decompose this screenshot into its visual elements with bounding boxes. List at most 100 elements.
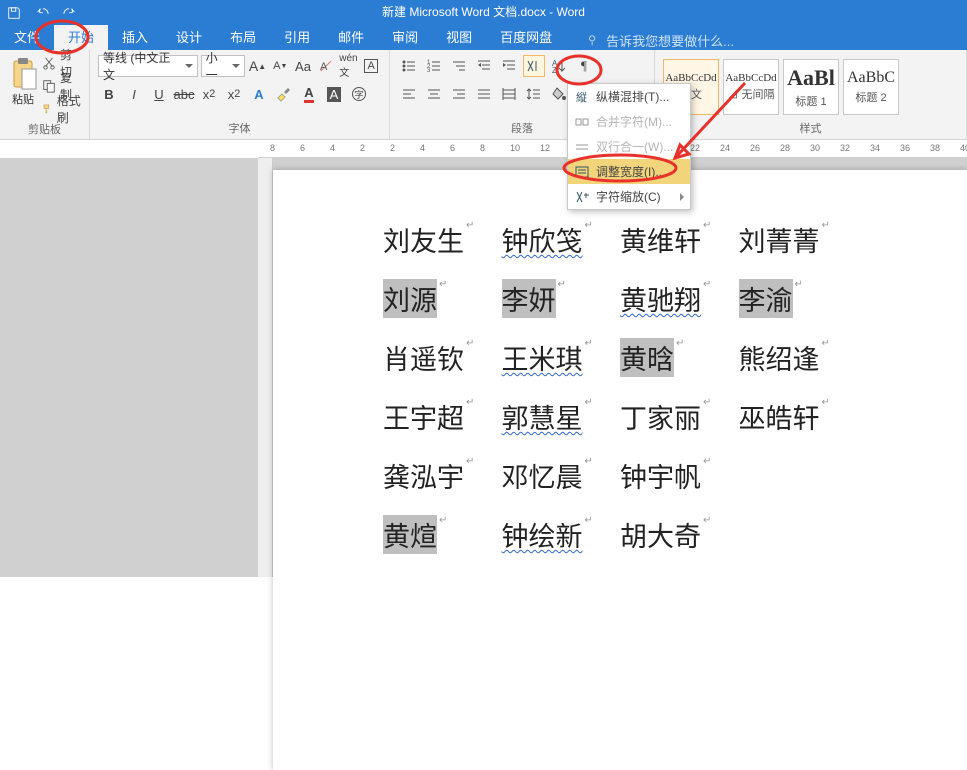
menu-item-fitwidth[interactable]: 调整宽度(I)... xyxy=(568,159,690,184)
bold-button[interactable]: B xyxy=(98,83,120,105)
name-cell[interactable]: 黄驰翔↵ xyxy=(620,279,739,318)
page[interactable]: 刘友生↵钟欣䇝↵黄维轩↵刘菁菁↵刘源↵李妍↵黄驰翔↵李渝↵肖遥钦↵王米琪↵黄晗↵… xyxy=(273,170,967,770)
tab-review[interactable]: 审阅 xyxy=(378,25,432,50)
tab-baidu[interactable]: 百度网盘 xyxy=(486,25,566,50)
group-styles: AaBbCcDd正文AaBbCcDd⊿ 无间隔AaBl标题 1AaBbC标题 2… xyxy=(655,50,967,139)
name-cell[interactable]: 钟欣䇝↵ xyxy=(502,220,621,259)
font-name-combo[interactable]: 等线 (中文正文 xyxy=(98,55,198,77)
name-cell[interactable]: 肖遥钦↵ xyxy=(383,338,502,377)
ribbon: 粘贴 剪切 复制 格式刷 剪贴板 等线 (中文正文 小一 A▲ A▼ Aa A … xyxy=(0,50,967,140)
name-cell[interactable]: 巫皓轩↵ xyxy=(739,397,858,436)
font-size-combo[interactable]: 小一 xyxy=(201,55,245,77)
name-cell[interactable]: 李渝↵ xyxy=(739,279,858,318)
table-row: 龚泓宇↵邓忆晨↵钟宇帆↵ xyxy=(383,446,857,505)
title-bar: 新建 Microsoft Word 文档.docx - Word xyxy=(0,0,967,25)
name-cell[interactable]: 黄维轩↵ xyxy=(620,220,739,259)
menu-item-merge: 合并字符(M)... xyxy=(568,109,690,134)
svg-text:縦: 縦 xyxy=(576,91,587,104)
font-color-button[interactable]: A xyxy=(298,83,320,105)
grow-font-button[interactable]: A▲ xyxy=(248,55,268,77)
distributed-button[interactable] xyxy=(498,83,520,105)
name-cell[interactable]: 王米琪↵ xyxy=(502,338,621,377)
document-body[interactable]: 刘友生↵钟欣䇝↵黄维轩↵刘菁菁↵刘源↵李妍↵黄驰翔↵李渝↵肖遥钦↵王米琪↵黄晗↵… xyxy=(273,170,967,564)
tab-mailings[interactable]: 邮件 xyxy=(324,25,378,50)
paste-button[interactable]: 粘贴 xyxy=(8,53,38,119)
save-icon[interactable] xyxy=(0,0,28,25)
highlight-button[interactable] xyxy=(273,83,295,105)
name-cell[interactable]: 刘源↵ xyxy=(383,279,502,318)
redo-icon[interactable] xyxy=(56,0,84,25)
superscript-button[interactable]: x2 xyxy=(223,83,245,105)
underline-button[interactable]: U xyxy=(148,83,170,105)
svg-text:A: A xyxy=(320,61,328,73)
table-row: 黄煊↵钟绘新↵胡大奇↵ xyxy=(383,505,857,564)
name-cell[interactable]: 王宇超↵ xyxy=(383,397,502,436)
table-row: 王宇超↵郭慧星↵丁家丽↵巫皓轩↵ xyxy=(383,387,857,446)
svg-text:3: 3 xyxy=(427,68,431,74)
multilevel-list-button[interactable] xyxy=(448,55,470,77)
change-case-button[interactable]: Aa xyxy=(293,55,313,77)
asian-layout-button[interactable] xyxy=(523,55,545,77)
phonetic-guide-button[interactable]: wén文 xyxy=(339,55,359,77)
tab-view[interactable]: 视图 xyxy=(432,25,486,50)
table-row: 刘源↵李妍↵黄驰翔↵李渝↵ xyxy=(383,269,857,328)
name-cell[interactable]: 龚泓宇↵ xyxy=(383,456,502,495)
enclose-char-button[interactable]: 字 xyxy=(348,83,370,105)
numbering-button[interactable]: 123 xyxy=(423,55,445,77)
decrease-indent-button[interactable] xyxy=(473,55,495,77)
vertical-ruler[interactable] xyxy=(258,158,273,577)
justify-button[interactable] xyxy=(473,83,495,105)
shrink-font-button[interactable]: A▼ xyxy=(270,55,290,77)
line-spacing-button[interactable] xyxy=(523,83,545,105)
group-font: 等线 (中文正文 小一 A▲ A▼ Aa A wén文 A B I U abc … xyxy=(90,50,390,139)
style-card-2[interactable]: AaBl标题 1 xyxy=(783,59,839,115)
align-left-button[interactable] xyxy=(398,83,420,105)
name-cell[interactable]: 邓忆晨↵ xyxy=(502,456,621,495)
char-border-button[interactable]: A xyxy=(361,55,381,77)
ribbon-tabs: 文件 开始 插入 设计 布局 引用 邮件 审阅 视图 百度网盘 告诉我您想要做什… xyxy=(0,25,967,50)
text-effects-button[interactable]: A xyxy=(248,83,270,105)
name-cell[interactable]: 钟绘新↵ xyxy=(502,515,621,554)
align-center-button[interactable] xyxy=(423,83,445,105)
undo-icon[interactable] xyxy=(28,0,56,25)
name-cell[interactable]: 刘友生↵ xyxy=(383,220,502,259)
bullets-button[interactable] xyxy=(398,55,420,77)
clear-formatting-button[interactable]: A xyxy=(316,55,336,77)
tab-design[interactable]: 设计 xyxy=(162,25,216,50)
name-cell[interactable]: 李妍↵ xyxy=(502,279,621,318)
char-shading-button[interactable]: A xyxy=(323,83,345,105)
name-cell[interactable]: 黄晗↵ xyxy=(620,338,739,377)
align-right-button[interactable] xyxy=(448,83,470,105)
document-area: 刘友生↵钟欣䇝↵黄维轩↵刘菁菁↵刘源↵李妍↵黄驰翔↵李渝↵肖遥钦↵王米琪↵黄晗↵… xyxy=(0,158,967,577)
format-painter-button[interactable]: 格式刷 xyxy=(42,99,81,119)
name-cell[interactable]: 黄煊↵ xyxy=(383,515,502,554)
subscript-button[interactable]: x2 xyxy=(198,83,220,105)
menu-item-zoom[interactable]: 字符缩放(C) xyxy=(568,184,690,209)
sort-button[interactable]: AZ xyxy=(548,55,570,77)
quick-access-toolbar xyxy=(0,0,84,25)
increase-indent-button[interactable] xyxy=(498,55,520,77)
tab-layout[interactable]: 布局 xyxy=(216,25,270,50)
tab-file[interactable]: 文件 xyxy=(0,25,54,50)
window-title: 新建 Microsoft Word 文档.docx - Word xyxy=(382,5,585,19)
name-cell[interactable]: 熊绍逢↵ xyxy=(739,338,858,377)
tell-me[interactable]: 告诉我您想要做什么... xyxy=(586,31,734,50)
group-clipboard-label: 剪贴板 xyxy=(8,121,81,137)
name-cell[interactable]: 胡大奇↵ xyxy=(620,515,739,554)
strikethrough-button[interactable]: abc xyxy=(173,83,195,105)
tab-references[interactable]: 引用 xyxy=(270,25,324,50)
tab-insert[interactable]: 插入 xyxy=(108,25,162,50)
style-card-3[interactable]: AaBbC标题 2 xyxy=(843,59,899,115)
style-card-1[interactable]: AaBbCcDd⊿ 无间隔 xyxy=(723,59,779,115)
name-cell[interactable]: 郭慧星↵ xyxy=(502,397,621,436)
name-cell[interactable]: 钟宇帆↵ xyxy=(620,456,739,495)
group-font-label: 字体 xyxy=(98,120,381,136)
name-cell[interactable]: 丁家丽↵ xyxy=(620,397,739,436)
menu-item-twoline: 双行合一(W)... xyxy=(568,134,690,159)
name-cell[interactable]: 刘菁菁↵ xyxy=(739,220,858,259)
show-marks-button[interactable]: ¶ xyxy=(573,55,595,77)
italic-button[interactable]: I xyxy=(123,83,145,105)
menu-item-vertical[interactable]: 縦纵横混排(T)... xyxy=(568,84,690,109)
asian-layout-menu: 縦纵横混排(T)...合并字符(M)...双行合一(W)...调整宽度(I)..… xyxy=(567,83,691,210)
table-row: 肖遥钦↵王米琪↵黄晗↵熊绍逢↵ xyxy=(383,328,857,387)
